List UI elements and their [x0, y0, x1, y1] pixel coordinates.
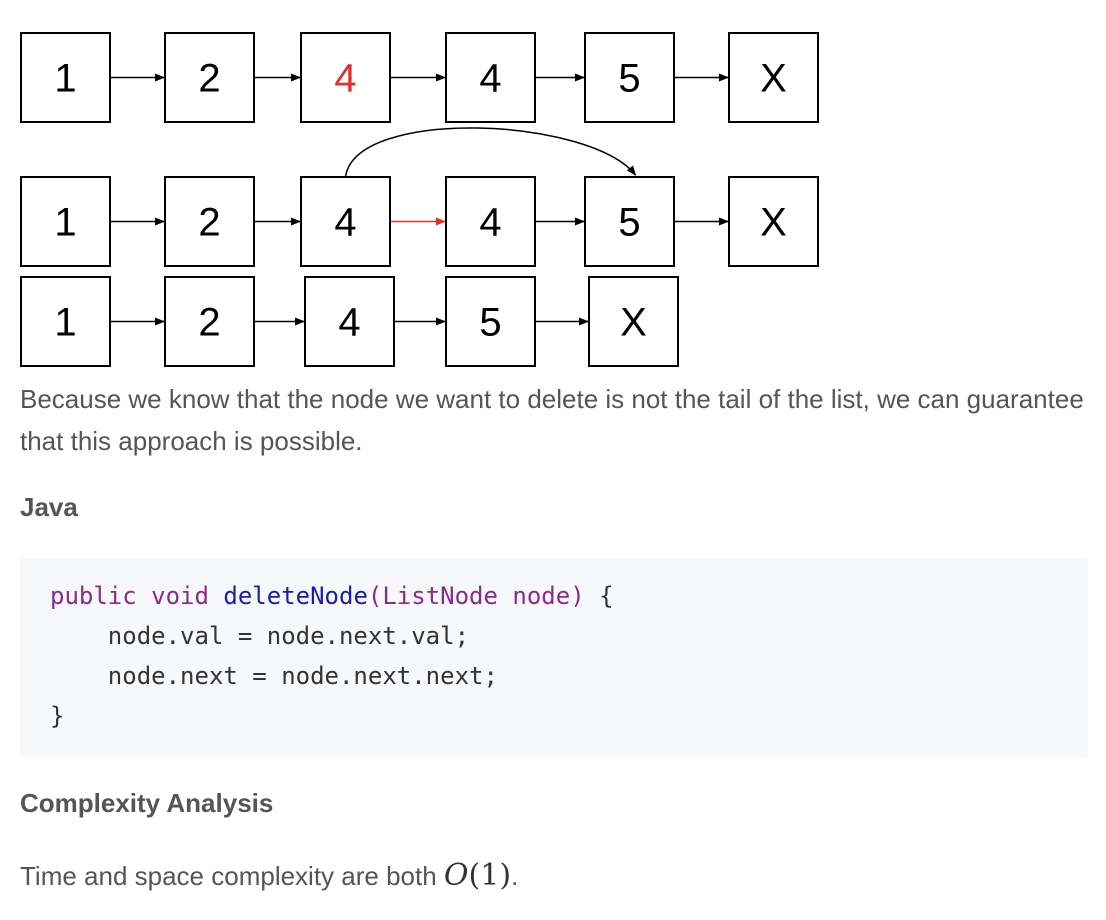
list-node: 2 [164, 32, 255, 123]
explanation-paragraph: Because we know that the node we want to… [20, 384, 1084, 456]
list-node: 1 [20, 276, 111, 367]
list-node: 5 [584, 32, 675, 123]
list-node: X [728, 32, 819, 123]
code-line-2: node.val = node.next.val; [50, 622, 470, 650]
list-node: 1 [20, 176, 111, 267]
java-heading: Java [20, 492, 78, 522]
code-function-name: deleteNode [223, 582, 368, 610]
node-value: 1 [54, 57, 76, 101]
node-value: 1 [54, 201, 76, 245]
code-line-4: } [50, 702, 65, 730]
list-node: 4 [445, 32, 536, 123]
list-node: 1 [20, 32, 111, 123]
code-line-1: public void deleteNode(ListNode node) { [50, 576, 1088, 616]
node-value: 5 [618, 57, 640, 101]
code-brace: { [584, 582, 614, 610]
list-node: 4 [304, 276, 395, 367]
big-o-notation: O(1) [444, 858, 511, 893]
list-node: 5 [445, 276, 536, 367]
node-value: 4 [334, 201, 356, 245]
bypass-pointer-arrow [344, 127, 637, 178]
complexity-paragraph: Time and space complexity are both O(1). [20, 855, 518, 897]
node-value: X [760, 57, 787, 101]
list-node: X [728, 176, 819, 267]
code-keyword: public [50, 582, 137, 610]
node-value: 1 [54, 301, 76, 345]
node-value: 4 [334, 57, 356, 101]
list-node: 2 [164, 276, 255, 367]
code-paren: ) [570, 582, 585, 610]
code-param: node [512, 582, 571, 610]
node-value: 5 [618, 201, 640, 245]
math-arg: 1 [480, 858, 500, 893]
math-paren-open: ( [468, 858, 481, 893]
node-value: 2 [198, 301, 220, 345]
code-keyword: void [151, 582, 209, 610]
node-value: 2 [198, 57, 220, 101]
complexity-heading: Complexity Analysis [20, 788, 274, 818]
code-line-3: node.next = node.next.next; [50, 662, 498, 690]
node-value: 4 [479, 201, 501, 245]
node-value: 4 [479, 57, 501, 101]
node-value: X [620, 301, 647, 345]
complexity-text: Time and space complexity are both [20, 861, 444, 891]
node-value: X [760, 201, 787, 245]
list-node: X [588, 276, 679, 367]
list-node: 4 [445, 176, 536, 267]
node-value: 2 [198, 201, 220, 245]
list-node: 5 [584, 176, 675, 267]
complexity-period: . [511, 861, 519, 891]
code-paren: ( [367, 582, 383, 610]
java-code-block: public void deleteNode(ListNode node) { … [20, 558, 1088, 758]
list-node: 2 [164, 176, 255, 267]
list-node: 4 [300, 32, 391, 123]
linked-list-diagram: 1 2 4 4 5 X 1 2 4 4 5 X 1 2 4 5 X [20, 32, 819, 367]
node-value: 4 [338, 301, 360, 345]
math-func: O [443, 858, 469, 893]
node-value: 5 [479, 301, 501, 345]
code-type: ListNode [382, 582, 498, 610]
list-node: 4 [300, 176, 391, 267]
math-paren-close: ) [499, 858, 512, 893]
